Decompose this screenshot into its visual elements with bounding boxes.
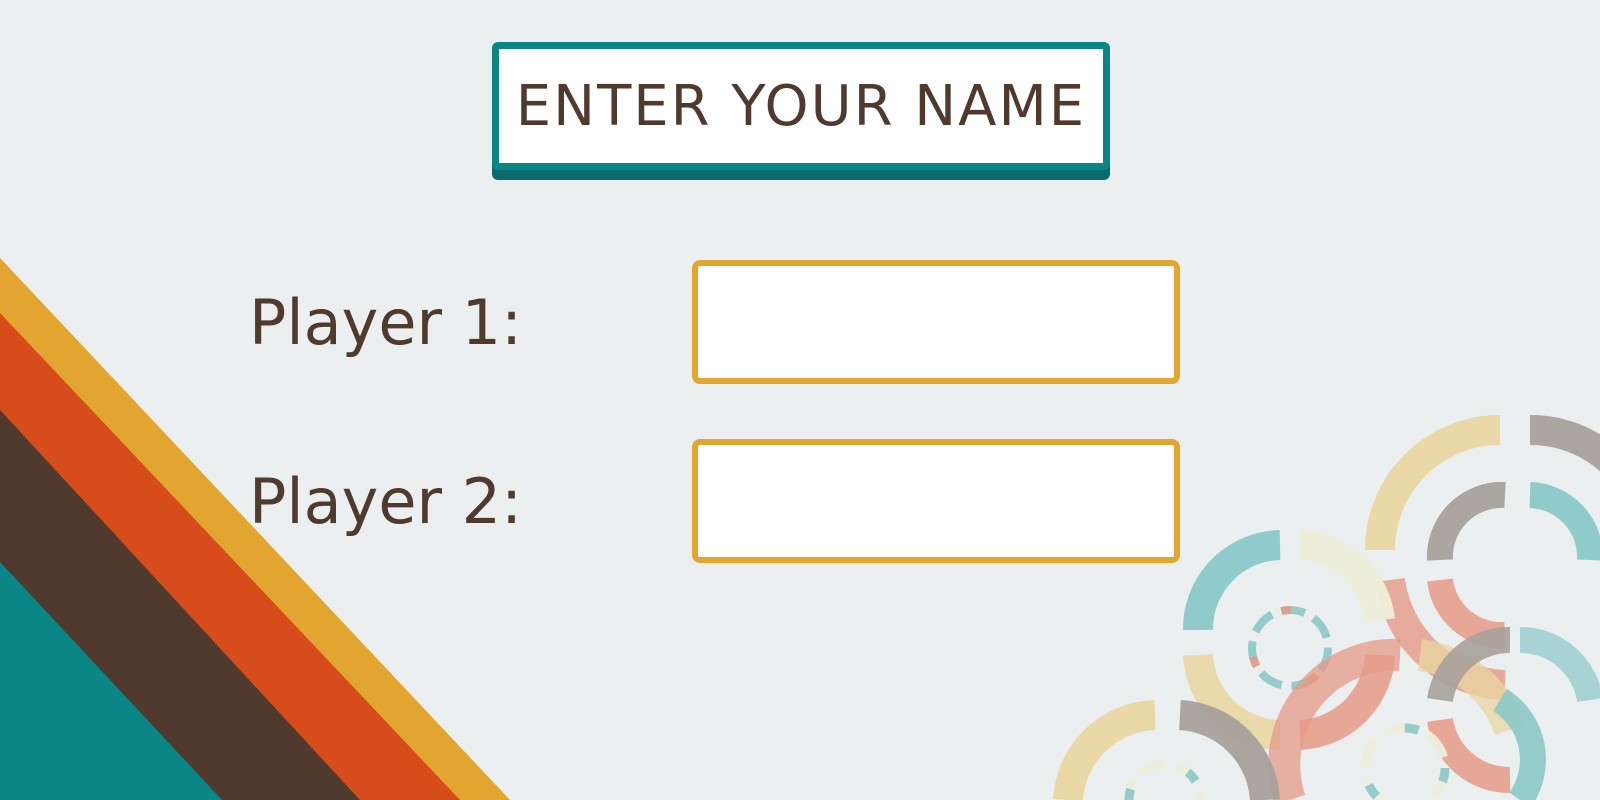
player-2-name-input[interactable] [692,439,1180,563]
player-1-row: Player 1: [249,260,1180,384]
player-2-label: Player 2: [249,464,522,538]
player-1-name-input[interactable] [692,260,1180,384]
title-banner: ENTER YOUR NAME [492,42,1110,170]
player-2-row: Player 2: [249,439,1180,563]
page-title: ENTER YOUR NAME [515,73,1087,139]
player-1-label: Player 1: [249,285,522,359]
